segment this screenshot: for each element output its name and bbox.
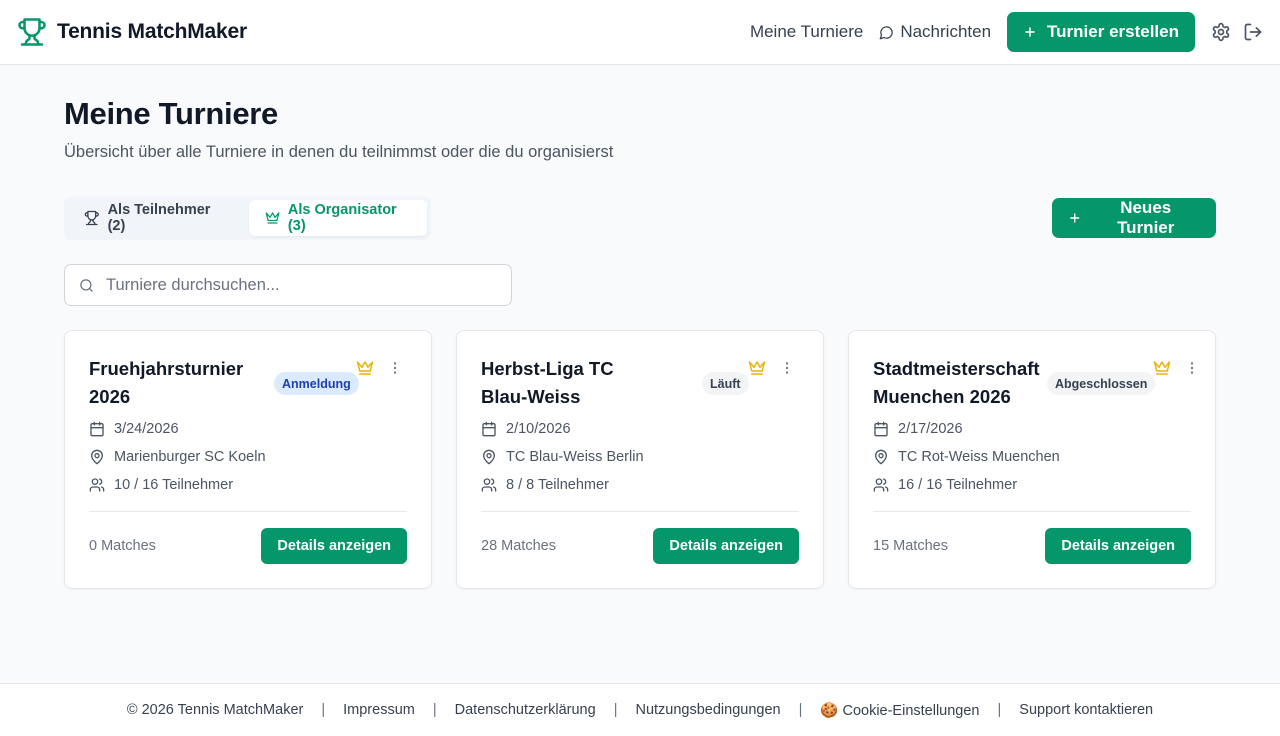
footer-separator: | — [432, 702, 437, 718]
cookie-icon: 🍪 — [820, 702, 839, 719]
crown-icon — [1153, 361, 1171, 375]
top-header: Tennis MatchMaker Meine Turniere Nachric… — [0, 0, 1280, 65]
logout-button[interactable] — [1242, 21, 1264, 43]
page-footer: © 2026 Tennis MatchMaker | Impressum | D… — [0, 683, 1280, 736]
brand-name: Tennis MatchMaker — [57, 20, 247, 43]
tournament-location: TC Rot-Weiss Muenchen — [873, 449, 1060, 465]
tournament-date: 2/17/2026 — [873, 421, 963, 437]
nav-my-tournaments[interactable]: Meine Turniere — [750, 22, 863, 42]
details-button[interactable]: Details anzeigen — [1045, 528, 1191, 564]
participants-text: 10 / 16 Teilnehmer — [114, 477, 234, 493]
users-icon — [89, 478, 105, 492]
map-pin-icon — [875, 449, 887, 465]
footer-copyright: © 2026 Tennis MatchMaker — [126, 702, 304, 718]
calendar-icon — [90, 421, 104, 437]
calendar-icon — [482, 421, 496, 437]
location-text: Marienburger SC Koeln — [114, 449, 266, 465]
tournament-card: Stadtmeisterschaft Muenchen 2026 Abgesch… — [848, 330, 1216, 589]
cookie-settings-label: Cookie-Einstellungen — [842, 702, 980, 719]
create-tournament-label: Turnier erstellen — [1047, 22, 1179, 41]
tournament-participants: 8 / 8 Teilnehmer — [481, 477, 609, 493]
footer-separator: | — [997, 702, 1002, 718]
role-tabs: Als Teilnehmer (2) Als Organisator (3) — [64, 196, 431, 240]
users-icon — [873, 478, 889, 492]
participants-text: 8 / 8 Teilnehmer — [506, 477, 609, 493]
details-button[interactable]: Details anzeigen — [261, 528, 407, 564]
plus-icon — [1070, 213, 1080, 223]
tab-participant[interactable]: Als Teilnehmer (2) — [68, 200, 245, 236]
more-options-button[interactable] — [385, 358, 405, 378]
trophy-icon — [84, 210, 99, 226]
gear-icon — [1212, 22, 1230, 42]
map-pin-icon — [483, 449, 495, 465]
footer-link-impressum[interactable]: Impressum — [343, 702, 415, 718]
tournament-date: 2/10/2026 — [481, 421, 571, 437]
more-vertical-icon — [785, 362, 789, 374]
map-pin-icon — [91, 449, 103, 465]
nav-messages[interactable]: Nachrichten — [879, 22, 991, 42]
location-text: TC Blau-Weiss Berlin — [506, 449, 644, 465]
date-text: 2/10/2026 — [506, 421, 571, 437]
footer-separator: | — [613, 702, 618, 718]
new-tournament-label: Neues Turnier — [1117, 198, 1175, 237]
crown-icon — [265, 212, 280, 224]
search-box — [64, 264, 512, 306]
footer-link-privacy[interactable]: Datenschutzerklärung — [455, 702, 596, 718]
details-button[interactable]: Details anzeigen — [653, 528, 799, 564]
tournament-participants: 16 / 16 Teilnehmer — [873, 477, 1017, 493]
tournament-participants: 10 / 16 Teilnehmer — [89, 477, 233, 493]
search-input[interactable] — [106, 275, 486, 295]
tournament-card: Fruehjahrsturnier 2026 Anmeldung 3/24/20… — [64, 330, 432, 589]
tournament-date: 3/24/2026 — [89, 421, 179, 437]
date-text: 2/17/2026 — [898, 421, 963, 437]
logout-icon — [1244, 23, 1262, 41]
plus-icon — [1025, 27, 1035, 37]
page-subtitle: Übersicht über alle Turniere in denen du… — [64, 143, 614, 161]
tab-organizer[interactable]: Als Organisator (3) — [248, 200, 427, 236]
match-count: 28 Matches — [481, 538, 556, 554]
crown-icon — [748, 361, 766, 375]
more-options-button[interactable] — [1182, 358, 1202, 378]
footer-link-terms[interactable]: Nutzungsbedingungen — [635, 702, 780, 718]
message-circle-icon — [879, 25, 894, 39]
tab-participant-label: Als Teilnehmer (2) — [107, 202, 211, 234]
footer-link-cookies[interactable]: 🍪 Cookie-Einstellungen — [820, 702, 979, 719]
more-options-button[interactable] — [777, 358, 797, 378]
tournament-location: TC Blau-Weiss Berlin — [481, 449, 644, 465]
settings-button[interactable] — [1210, 21, 1232, 43]
card-divider — [89, 511, 407, 512]
create-tournament-button[interactable]: Turnier erstellen — [1007, 12, 1195, 52]
footer-separator: | — [321, 702, 326, 718]
participants-text: 16 / 16 Teilnehmer — [898, 477, 1018, 493]
status-badge: Abgeschlossen — [1047, 372, 1156, 395]
nav-messages-label: Nachrichten — [900, 22, 992, 41]
location-text: TC Rot-Weiss Muenchen — [898, 449, 1060, 465]
calendar-icon — [874, 421, 888, 437]
footer-separator: | — [798, 702, 803, 718]
more-vertical-icon — [393, 362, 397, 374]
brand-logo[interactable]: Tennis MatchMaker — [17, 16, 247, 48]
page-title: Meine Turniere — [64, 96, 278, 131]
tournament-title: Stadtmeisterschaft Muenchen 2026 — [873, 358, 1040, 407]
card-divider — [481, 511, 799, 512]
card-divider — [873, 511, 1191, 512]
tab-organizer-label: Als Organisator (3) — [287, 202, 397, 234]
tournament-title: Herbst-Liga TC Blau-Weiss — [481, 358, 614, 407]
users-icon — [481, 478, 497, 492]
date-text: 3/24/2026 — [114, 421, 179, 437]
footer-link-support[interactable]: Support kontaktieren — [1019, 702, 1153, 718]
top-nav: Meine Turniere Nachrichten Turnier erste… — [750, 12, 1264, 52]
tournament-title: Fruehjahrsturnier 2026 — [89, 358, 244, 407]
status-badge: Anmeldung — [274, 372, 359, 395]
match-count: 15 Matches — [873, 538, 948, 554]
tournament-card: Herbst-Liga TC Blau-Weiss Läuft 2/10/202… — [456, 330, 824, 589]
search-icon — [80, 278, 93, 292]
crown-icon — [356, 361, 374, 375]
new-tournament-button[interactable]: Neues Turnier — [1052, 198, 1216, 238]
status-badge: Läuft — [702, 372, 749, 395]
tournament-location: Marienburger SC Koeln — [89, 449, 266, 465]
more-vertical-icon — [1190, 362, 1194, 374]
match-count: 0 Matches — [89, 538, 156, 554]
trophy-logo-icon — [18, 18, 46, 46]
